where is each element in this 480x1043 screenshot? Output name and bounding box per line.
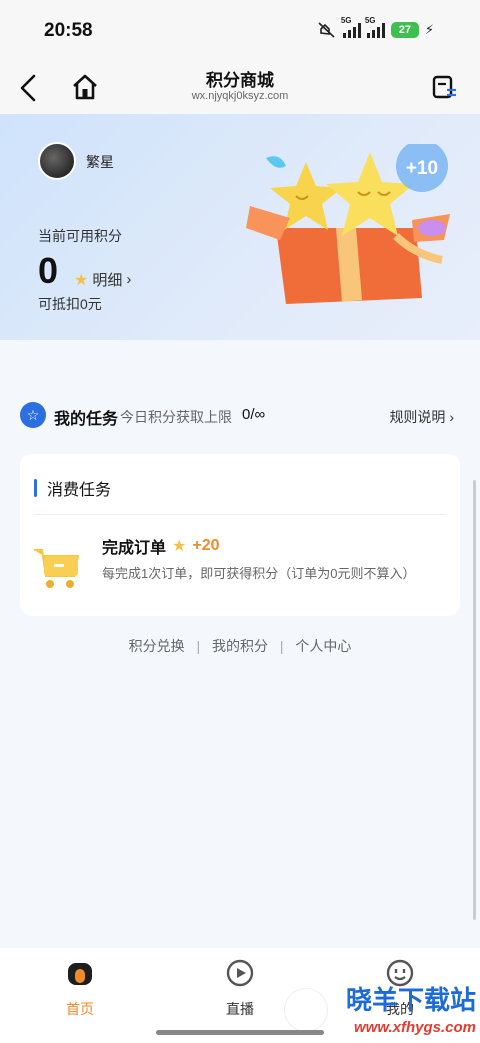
task-description: 每完成1次订单，即可获得积分（订单为0元则不算入） [102,566,416,581]
mute-icon [318,22,335,38]
divider [34,514,446,515]
rules-label: 规则说明 [389,409,446,425]
rules-link[interactable]: 规则说明 › [389,407,454,427]
tasks-limit-label: 今日积分获取上限 [120,409,232,425]
footer-links: 积分兑换 | 我的积分 | 个人中心 [0,636,480,656]
tab-home-label: 首页 [66,1001,94,1017]
smiley-icon [386,959,414,987]
task-bonus: +20 [192,537,220,554]
chevron-right-icon: › [126,271,132,288]
section-accent-bar [34,479,37,497]
watermark-name: 晓羊下载站 [345,985,476,1015]
gift-box-icon: +10 [246,144,450,304]
separator: | [196,638,201,654]
network-label: 5G [364,16,376,25]
personal-center-link[interactable]: 个人中心 [295,638,351,654]
tab-live[interactable]: 直播 [200,958,280,1019]
shopping-cart-icon [34,549,79,588]
page-url: wx.njyqkj0ksyz.com [191,90,289,102]
tasks-header: ☆ 我的任务 今日积分获取上限 0/∞ 规则说明 › [20,402,460,430]
tab-home[interactable]: 首页 [40,958,120,1019]
page-title: 积分商城 [206,71,274,90]
status-bar: 20:58 5G 5G 27 ⚡ [0,0,480,62]
network-label: 5G [340,16,352,25]
status-icons: 5G 5G 27 ⚡ [317,16,434,39]
battery-icon: 27 [390,22,419,38]
signal-icon: 5G [341,16,361,38]
status-time: 20:58 [44,20,93,41]
detail-label: 明细 [92,272,123,289]
star-icon: ★ [172,538,187,555]
deduct-text: 可抵扣0元 [38,296,102,312]
section-title: 消费任务 [47,482,112,499]
avatar[interactable] [38,142,76,180]
star-icon: ★ [74,271,89,289]
signal-icon: 5G [365,16,385,38]
bonus-bubble-text: +10 [406,158,438,179]
tasks-limit-value: 0/∞ [242,406,266,423]
my-points-link[interactable]: 我的积分 [212,638,268,654]
card-header: 消费任务 [34,476,111,500]
watermark: 晓羊下载站 www.xfhygs.com [346,986,476,1042]
points-detail-link[interactable]: ★ 明细 › [74,269,131,290]
username: 繁星 [86,154,114,170]
watermark-url: www.xfhygs.com [354,1019,476,1036]
consume-task-card: 消费任务 完成订单 ★ +20 每完成1次订单，即可获得积分（订单为0元则不算入… [20,454,460,616]
menu-icon[interactable] [430,72,458,102]
exchange-link[interactable]: 积分兑换 [129,638,185,654]
separator: | [279,638,284,654]
nav-bar: 积分商城 wx.njyqkj0ksyz.com [0,62,480,114]
app-root: 20:58 5G 5G 27 ⚡ 积分商城 wx.njyqkj0ksyz.com… [0,0,480,1043]
task-name: 完成订单 [102,540,167,557]
scrollbar[interactable] [473,480,476,920]
play-circle-icon [226,959,254,987]
watermark-mascot-icon [284,988,328,1032]
charging-icon: ⚡ [424,22,434,37]
tab-live-label: 直播 [226,1001,254,1017]
points-value: 0 [38,250,59,291]
home-indicator[interactable] [156,1030,324,1035]
points-banner: 繁星 当前可用积分 0 ★ 明细 › 可抵扣0元 +10 [0,114,480,340]
points-label: 当前可用积分 [38,228,122,244]
tasks-title: 我的任务 [54,411,119,428]
home-tab-icon [68,963,92,985]
task-item[interactable]: 完成订单 ★ +20 [102,534,220,558]
star-badge-icon: ☆ [20,402,46,428]
chevron-right-icon: › [449,409,454,425]
